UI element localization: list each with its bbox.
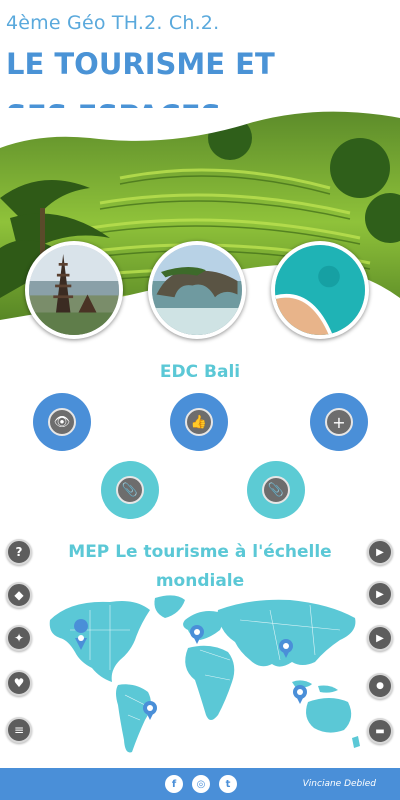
tag-icon: ◆ [14,588,24,602]
help-button[interactable]: ? [6,539,32,565]
paperclip-icon: 📎 [262,476,290,504]
tag-button[interactable]: ◆ [6,582,32,608]
question-icon: ? [15,545,23,559]
play-button-2[interactable]: ▶ [367,581,393,607]
play-icon: ▶ [376,632,384,644]
title-line-1: LE TOURISME ET [6,47,275,81]
add-button[interactable]: + [310,393,368,451]
plus-icon: + [325,408,353,436]
pin-button[interactable]: ✦ [6,625,32,651]
menu-button[interactable]: ≡ [6,717,32,743]
folder-button[interactable]: ▬ [367,718,393,744]
attachment-button-2[interactable]: 📎 [247,461,305,519]
play-button-1[interactable]: ▶ [367,539,393,565]
folder-icon: ▬ [375,725,385,737]
pin-icon: ✦ [13,631,25,645]
instagram-icon[interactable]: ◎ [192,775,210,793]
author-credit: Vinciane Debled [302,779,376,789]
course-subtitle: 4ème Géo TH.2. Ch.2. [6,12,220,34]
facebook-icon[interactable]: f [165,775,183,793]
heart-icon: ♥ [13,676,25,690]
attachment-button-1[interactable]: 📎 [101,461,159,519]
page: 4ème Géo TH.2. Ch.2. LE TOURISME ET SES … [0,0,400,800]
play-icon: ▶ [376,546,384,558]
photo-rock-arch[interactable] [148,241,246,339]
view-button[interactable]: 👁 [33,393,91,451]
world-map[interactable] [40,590,365,760]
twitter-icon[interactable]: t [219,775,237,793]
section-title-mep-line1: MEP Le tourisme à l'échelle [68,542,332,562]
thumbs-up-icon: 👍 [185,408,213,436]
photo-temple[interactable] [25,241,123,339]
menu-icon: ≡ [13,723,25,737]
location-icon: ● [376,681,384,691]
section-title-edc: EDC Bali [159,362,241,382]
play-button-3[interactable]: ▶ [367,625,393,651]
play-icon: ▶ [376,588,384,600]
favorite-button[interactable]: ♥ [6,670,32,696]
paperclip-icon: 📎 [116,476,144,504]
section-title-mep: MEP Le tourisme à l'échelle mondiale [0,538,400,596]
photo-beach[interactable] [271,241,369,339]
like-button[interactable]: 👍 [170,393,228,451]
eye-icon: 👁 [48,408,76,436]
location-button[interactable]: ● [367,673,393,699]
